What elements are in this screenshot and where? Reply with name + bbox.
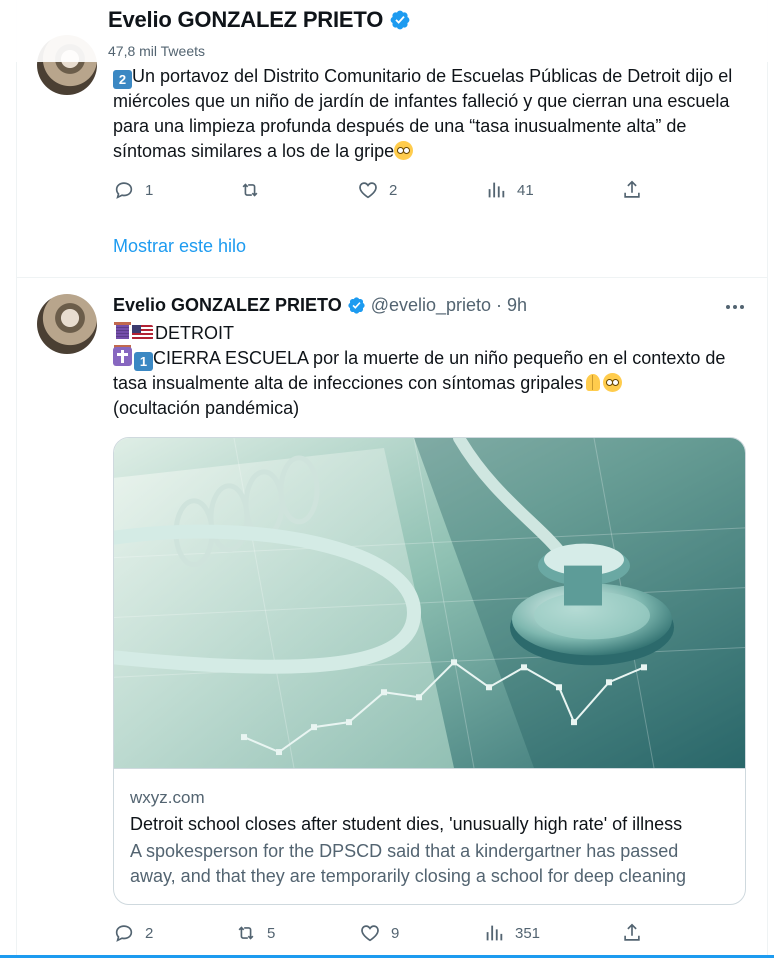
views-count: 41 xyxy=(517,181,534,199)
thread-spool-emoji xyxy=(113,322,132,348)
separator-dot: · xyxy=(496,295,503,315)
like-count: 2 xyxy=(389,181,398,199)
tweet-text-body: Un portavoz del Distrito Comunitario de … xyxy=(113,66,733,161)
us-flag-emoji xyxy=(132,325,153,340)
reply-icon xyxy=(115,925,133,942)
show-thread-link[interactable]: Mostrar este hilo xyxy=(113,236,246,257)
tweet-header: Evelio GONZALEZ PRIETO @evelio_prieto · … xyxy=(113,295,527,316)
header-display-name: Evelio GONZALEZ PRIETO xyxy=(108,7,384,32)
tweet-line-2: 1 CIERRA ESCUELA por la muerte de un niño… xyxy=(113,346,743,396)
card-description: A spokesperson for the DPSCD said that a… xyxy=(130,839,735,889)
share-icon xyxy=(624,923,640,941)
views-button[interactable]: 351 xyxy=(483,922,540,944)
tweet-count: 47,8 mil Tweets xyxy=(108,43,206,59)
tweet-divider xyxy=(16,277,768,278)
profile-header: Evelio GONZALEZ PRIETO 47,8 mil Tweets xyxy=(0,0,774,62)
reply-button[interactable]: 1 xyxy=(113,179,153,201)
views-button[interactable]: 41 xyxy=(485,179,534,201)
card-description-line-2: away, and that they are temporarily clos… xyxy=(130,866,686,886)
reply-count: 1 xyxy=(145,181,154,199)
share-button[interactable] xyxy=(621,922,643,944)
flushed-face-emoji xyxy=(603,373,623,392)
verified-badge-icon xyxy=(348,297,365,314)
tweet-text: 2 Un portavoz del Distrito Comunitario de… xyxy=(113,64,733,164)
tweet-line-1-text: DETROIT xyxy=(155,323,234,343)
tweet-line-3: (ocultación pandémica) xyxy=(113,398,300,418)
folded-hands-emoji xyxy=(583,373,603,392)
views-bar-chart-icon xyxy=(488,182,505,198)
reply-button[interactable]: 2 xyxy=(113,922,153,944)
card-title: Detroit school closes after student dies… xyxy=(130,814,683,834)
like-button[interactable]: 9 xyxy=(359,922,399,944)
keycap-number-emoji: 1 xyxy=(134,352,153,371)
views-count: 351 xyxy=(515,924,541,942)
like-button[interactable]: 2 xyxy=(357,179,397,201)
retweet-count: 5 xyxy=(267,924,276,942)
tweet-line-1: DETROIT xyxy=(113,321,743,348)
timestamp[interactable]: 9h xyxy=(507,295,527,316)
avatar[interactable] xyxy=(37,294,97,354)
more-dots-icon[interactable] xyxy=(723,295,747,319)
keycap-number-emoji: 2 xyxy=(113,70,132,89)
card-description-line-1: A spokesperson for the DPSCD said that a… xyxy=(130,841,679,861)
header-name-row: Evelio GONZALEZ PRIETO xyxy=(108,7,411,33)
author-handle[interactable]: @evelio_prieto xyxy=(371,295,491,316)
tweet-line-2-text: CIERRA ESCUELA por la muerte de un niño … xyxy=(113,348,726,393)
card-image xyxy=(114,438,745,769)
retweet-button[interactable] xyxy=(239,179,271,201)
retweet-button[interactable]: 5 xyxy=(235,922,275,944)
reply-count: 2 xyxy=(145,924,154,942)
reply-icon xyxy=(115,182,133,199)
like-count: 9 xyxy=(391,924,400,942)
card-domain: wxyz.com xyxy=(130,788,205,807)
flushed-face-emoji xyxy=(394,141,414,160)
share-button[interactable] xyxy=(621,179,643,201)
views-bar-chart-icon xyxy=(486,925,503,941)
verified-badge-icon xyxy=(390,10,410,30)
link-preview-card[interactable]: wxyz.com Detroit school closes after stu… xyxy=(113,437,746,905)
author-name[interactable]: Evelio GONZALEZ PRIETO xyxy=(113,295,342,316)
retweet-icon xyxy=(238,926,254,940)
share-icon xyxy=(624,180,640,198)
heart-icon xyxy=(361,925,379,942)
tweet-text: DETROIT 1 CIERRA ESCUELA por la muerte de… xyxy=(113,321,743,421)
heart-icon xyxy=(359,182,377,199)
retweet-icon xyxy=(242,183,258,197)
latin-cross-emoji xyxy=(113,347,132,366)
